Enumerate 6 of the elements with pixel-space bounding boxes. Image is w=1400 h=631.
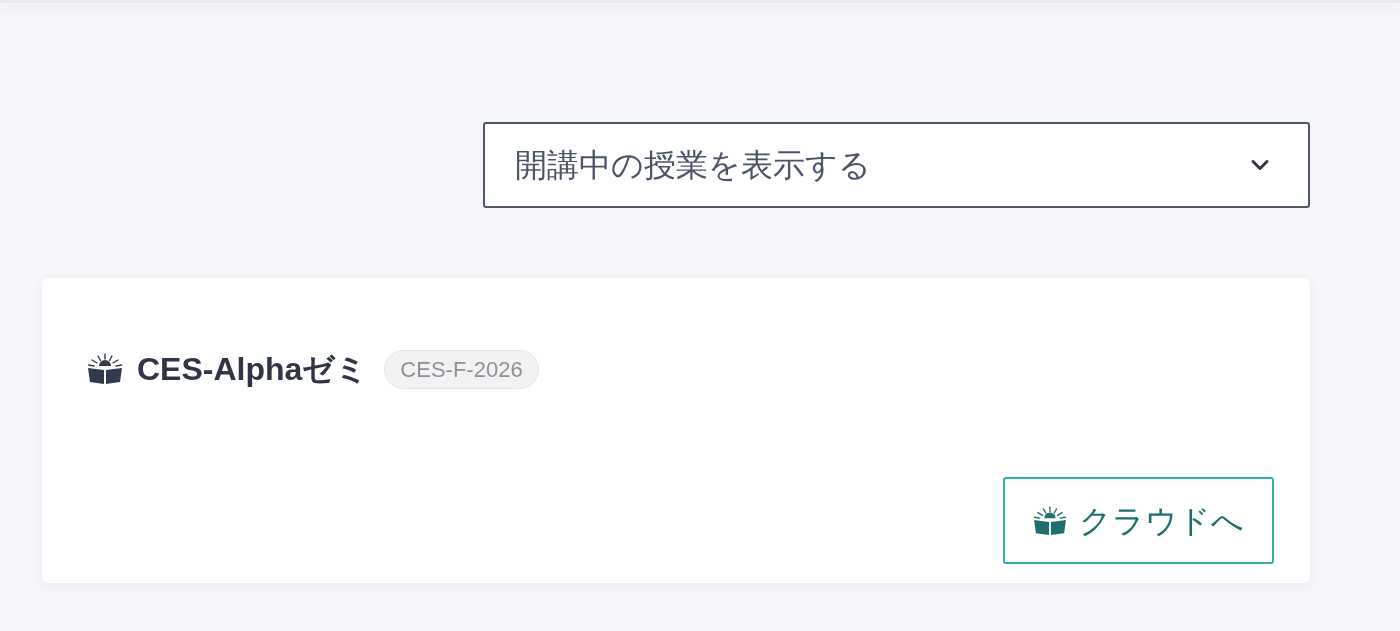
course-title: CES-Alphaゼミ [137, 350, 369, 389]
book-icon [1033, 505, 1067, 536]
course-filter-select[interactable]: 開講中の授業を表示する [483, 122, 1310, 208]
course-code: CES-F-2026 [384, 349, 539, 389]
cloud-link-button[interactable]: クラウドへ [1003, 477, 1274, 564]
book-icon [87, 353, 123, 385]
